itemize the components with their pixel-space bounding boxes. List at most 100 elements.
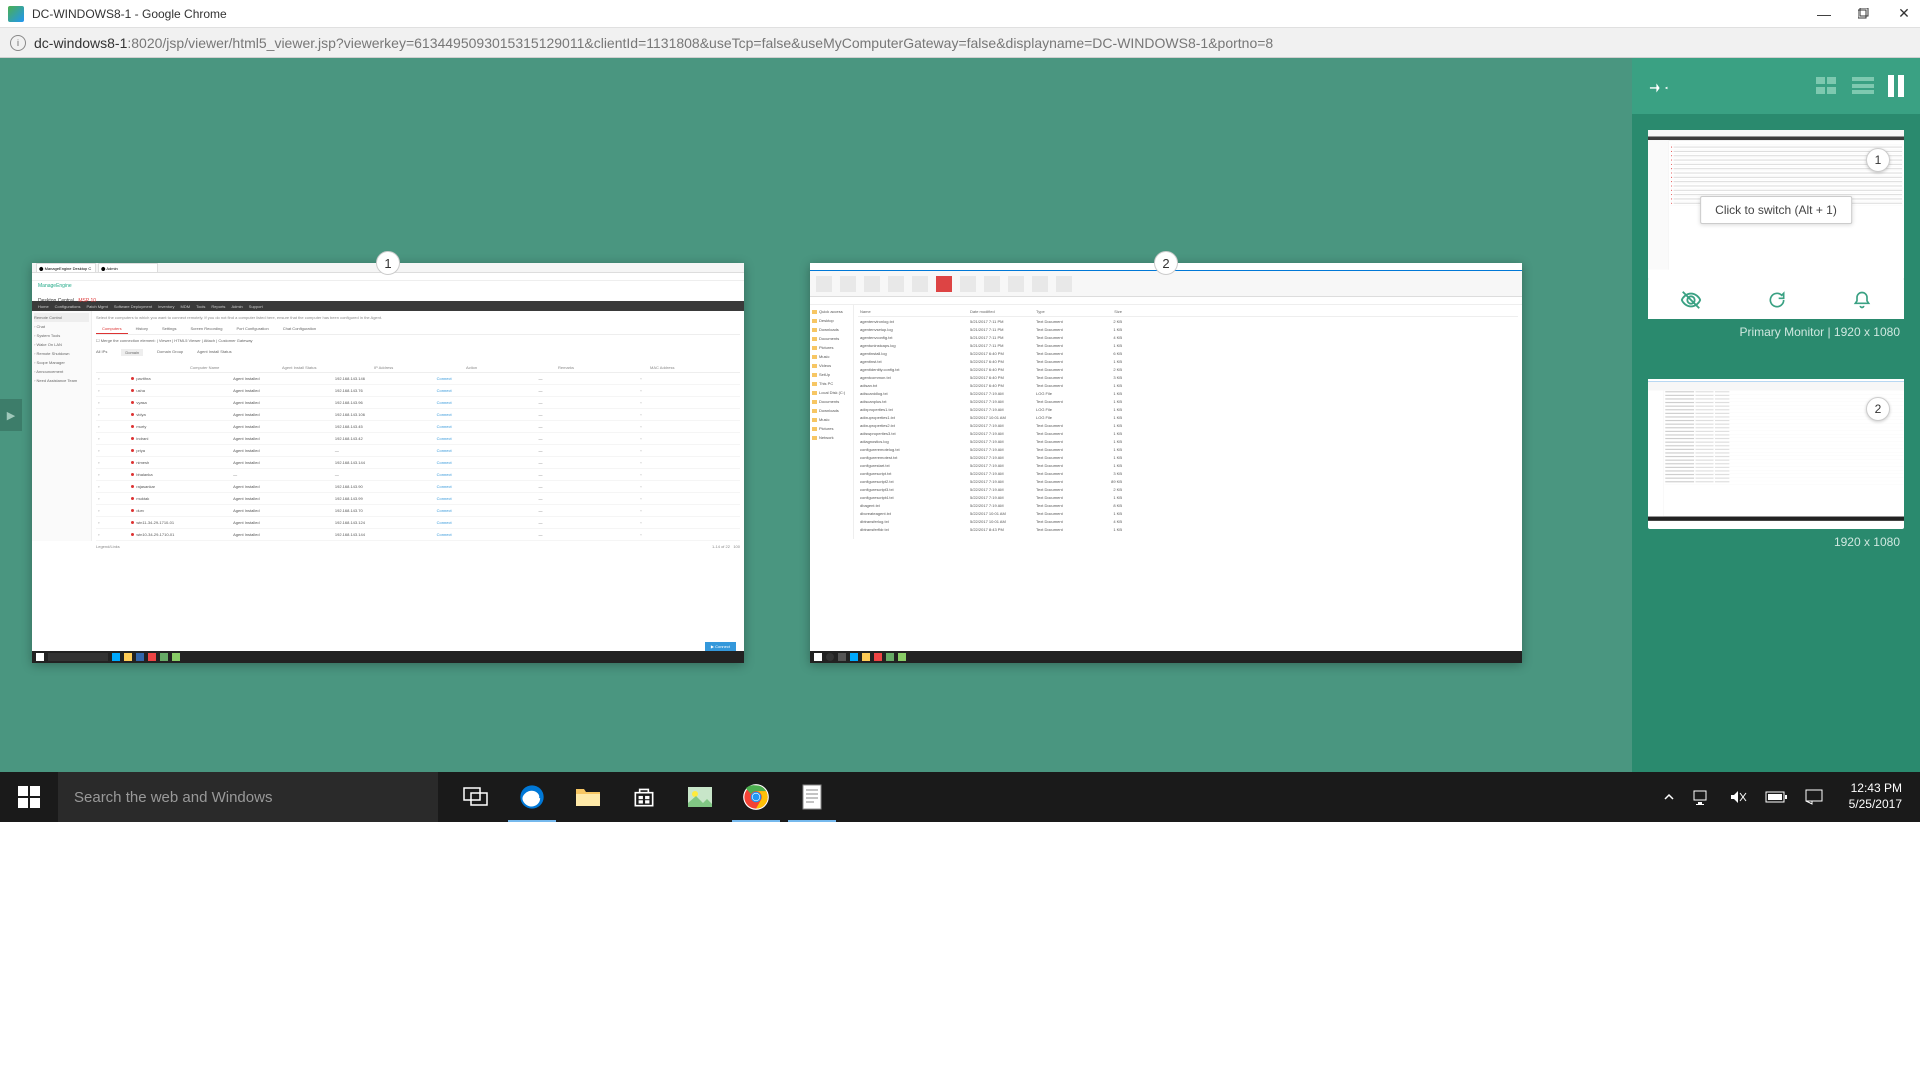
file-row: adiagnostics.log 5/22/2017 7:19 AM Text … <box>858 437 1518 445</box>
table-row: ▫ win11-34-29-1710-01 Agent Installed 19… <box>96 517 740 529</box>
file-row: configurescript2.txt 5/22/2017 7:19 AM T… <box>858 477 1518 485</box>
url-host: dc-windows8-1 <box>34 35 127 51</box>
content-tab: Computers <box>96 324 128 334</box>
volume-icon[interactable] <box>1729 789 1747 805</box>
explorer-sidebar-item: Documents <box>812 334 851 343</box>
explorer-sidebar-item: Pictures <box>812 424 851 433</box>
table-header: MAC Address <box>648 365 740 370</box>
explorer-sidebar-item: Downloads <box>812 406 851 415</box>
file-row: configurescript4.txt 5/22/2017 7:19 AM T… <box>858 493 1518 501</box>
network-icon[interactable] <box>1693 789 1711 805</box>
minimize-button[interactable]: — <box>1816 6 1832 22</box>
clock-time: 12:43 PM <box>1849 781 1902 797</box>
expand-handle[interactable]: ▶ <box>0 399 22 431</box>
tray-chevron-icon[interactable] <box>1663 791 1675 803</box>
side-monitor-card-2[interactable]: 2 1920 x 1080 <box>1648 379 1904 549</box>
table-row: ▫ muktak Agent Installed 192.168.143.99 … <box>96 493 740 505</box>
list-view-icon[interactable] <box>1852 77 1874 95</box>
chrome-addressbar: i dc-windows8-1:8020/jsp/viewer/html5_vi… <box>0 28 1920 58</box>
explorer-sidebar-item: Pictures <box>812 343 851 352</box>
explorer-sidebar-item: Downloads <box>812 325 851 334</box>
table-row: ▫ nimesh Agent Installed 192.168.143.144… <box>96 457 740 469</box>
file-row: adiscanplus.txt 5/22/2017 7:19 AM Text D… <box>858 397 1518 405</box>
file-row: agentenvironlog.txt 5/21/2017 7:11 PM Te… <box>858 317 1518 325</box>
start-button[interactable] <box>0 772 58 822</box>
remote-taskbar-2 <box>810 651 1522 663</box>
grid-view-icon[interactable] <box>1816 77 1838 95</box>
table-header: Action <box>464 365 556 370</box>
explorer-sidebar-item: Music <box>812 415 851 424</box>
maximize-button[interactable] <box>1856 6 1872 22</box>
bell-icon[interactable] <box>1852 290 1872 310</box>
notifications-icon[interactable] <box>1805 789 1823 805</box>
taskbar-clock[interactable]: 12:43 PM 5/25/2017 <box>1841 781 1910 812</box>
edge-icon[interactable] <box>504 772 560 822</box>
document-icon[interactable] <box>784 772 840 822</box>
search-box[interactable]: Search the web and Windows <box>58 772 438 822</box>
content-tab: Chat Configuration <box>277 324 322 334</box>
file-row: agentenvsetup.log 5/21/2017 7:11 PM Text… <box>858 325 1518 333</box>
side-monitor-1-label: Primary Monitor | 1920 x 1080 <box>1648 325 1904 339</box>
content-tab: Settings <box>156 324 182 334</box>
side-badge-2: 2 <box>1866 397 1890 421</box>
monitor-badge-2: 2 <box>1154 251 1178 275</box>
page-description: Select the computers to which you want t… <box>96 315 740 320</box>
explorer-sidebar-item: Network <box>812 433 851 442</box>
explorer-sidebar-item: This PC <box>812 379 851 388</box>
sidebar-heading: Remote Control <box>34 313 89 322</box>
refresh-icon[interactable] <box>1767 290 1787 310</box>
explorer-file-list: Name Date modified Type Size agentenviro… <box>854 305 1522 539</box>
file-row: agentenvconfig.txt 5/21/2017 7:11 PM Tex… <box>858 333 1518 341</box>
info-icon[interactable]: i <box>10 35 26 51</box>
monitor-preview-2[interactable]: 2 Quick accessDesktopDownloadsDocumentsP… <box>810 263 1522 663</box>
browser-tab: ⬤ Admin <box>98 263 158 272</box>
side-thumb-2: 2 <box>1648 379 1904 529</box>
nav-item: MDM <box>181 304 191 309</box>
table-row: ▫ win10-34-29-1710-01 Agent Installed 19… <box>96 529 740 541</box>
table-row: ▫ durv Agent Installed 192.168.143.70 Co… <box>96 505 740 517</box>
explorer-sidebar-item: Videos <box>812 361 851 370</box>
nav-item: Tools <box>196 304 205 309</box>
explorer-sidebar-item: Documents <box>812 397 851 406</box>
nav-item: Software Deployment <box>114 304 152 309</box>
content-tab: Port Configuration <box>231 324 275 334</box>
file-explorer-icon[interactable] <box>560 772 616 822</box>
windows-taskbar: Search the web and Windows <box>0 772 1920 822</box>
pause-icon[interactable] <box>1888 75 1904 97</box>
explorer-sidebar-item: Music <box>812 352 851 361</box>
side-monitor-1-actions <box>1648 279 1904 319</box>
nav-item: Home <box>38 304 49 309</box>
nav-item: Support <box>249 304 263 309</box>
table-header: Agent Install Status <box>280 365 372 370</box>
pin-icon[interactable] <box>1643 70 1674 101</box>
file-row: configurescript.txt 5/22/2017 7:19 AM Te… <box>858 469 1518 477</box>
top-nav: HomeConfigurationsPatch MgmtSoftware Dep… <box>32 301 744 311</box>
sidebar-item: ◦ Remote Shutdown <box>34 349 89 358</box>
file-row: configureremotest.txt 5/22/2017 7:19 AM … <box>858 453 1518 461</box>
table-header: IP Address <box>372 365 464 370</box>
content-tab: Screen Recording <box>184 324 228 334</box>
monitor-badge-1: 1 <box>376 251 400 275</box>
monitor-preview-1[interactable]: 1 ⬤ ManageEngine Desktop C ⬤ Admin Manag… <box>32 263 744 663</box>
file-row: dbtransferfldr.txt 5/22/2017 8:43 PM Tex… <box>858 525 1518 533</box>
left-sidebar: Remote Control ◦ Chat◦ System Tools◦ Wak… <box>32 311 92 541</box>
task-view-icon[interactable] <box>448 772 504 822</box>
nav-item: Reports <box>211 304 225 309</box>
table-row: ▫ vidya Agent Installed 192.168.143.106 … <box>96 409 740 421</box>
address-url[interactable]: dc-windows8-1:8020/jsp/viewer/html5_view… <box>34 35 1273 51</box>
explorer-sidebar-item: Local Disk (C:) <box>812 388 851 397</box>
chrome-icon[interactable] <box>728 772 784 822</box>
table-header: Computer Name <box>188 365 280 370</box>
table-row: ▫ priya Agent Installed — Connect — ◦ <box>96 445 740 457</box>
sidebar-item: ◦ Need Assistance Team <box>34 376 89 385</box>
close-button[interactable]: ✕ <box>1896 6 1912 22</box>
hide-icon[interactable] <box>1680 289 1702 311</box>
battery-icon[interactable] <box>1765 791 1787 803</box>
table-row: ▫ vyasa Agent Installed 192.168.143.96 C… <box>96 397 740 409</box>
store-icon[interactable] <box>616 772 672 822</box>
file-row: agentinstall.log 5/22/2017 6:40 PM Text … <box>858 349 1518 357</box>
side-monitor-card-1[interactable]: 1 Click to switch (Alt + 1) <box>1648 130 1904 339</box>
table-header <box>96 365 188 370</box>
image-app-icon[interactable] <box>672 772 728 822</box>
table-row: ▫ indrani Agent Installed 192.168.143.42… <box>96 433 740 445</box>
